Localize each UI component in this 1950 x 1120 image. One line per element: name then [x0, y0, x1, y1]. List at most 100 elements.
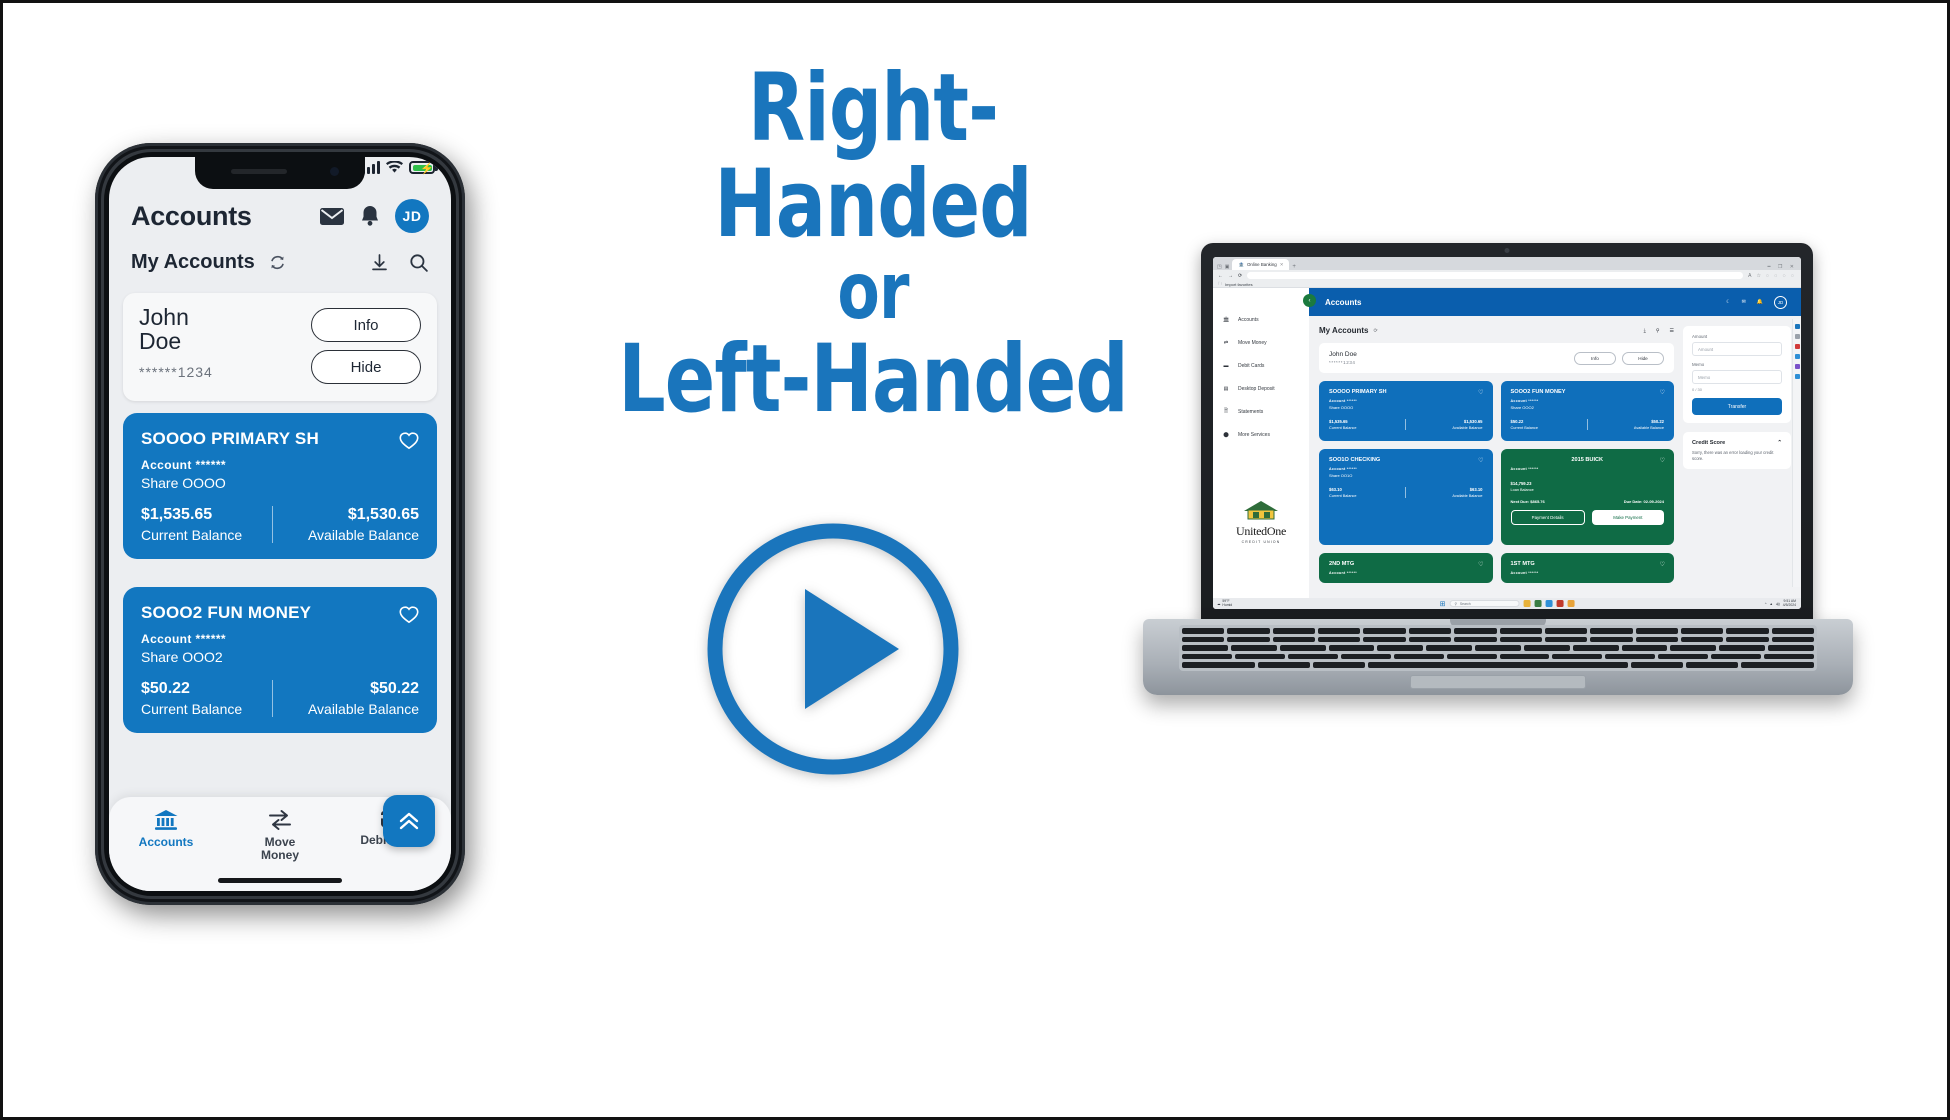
search-icon[interactable] [409, 253, 429, 273]
sidebar-item-move-money[interactable]: ⇄ Move Money [1221, 331, 1309, 354]
split-screen-icon[interactable]: ▣ [1225, 264, 1230, 270]
mail-icon[interactable]: ✉ [1742, 299, 1746, 305]
sidebar-item-accounts[interactable]: 🏛 Accounts [1221, 308, 1309, 331]
forward-arrow-icon[interactable]: → [1228, 273, 1233, 279]
memo-label: Memo [1692, 362, 1705, 367]
avatar[interactable]: JD [1774, 295, 1787, 309]
account-number-masked: Account ****** [1329, 571, 1357, 575]
loan-balance-label: Loan Balance [1510, 487, 1534, 492]
taskbar-app-icon[interactable] [1534, 600, 1542, 607]
refresh-icon[interactable]: ⟳ [1374, 328, 1378, 334]
account-card[interactable]: ♡ SOOOO PRIMARY SH Account ****** Share … [1319, 381, 1493, 441]
weather-widget[interactable]: ☁ 59°F Humid [1217, 599, 1232, 607]
taskbar-app-icon[interactable] [1556, 600, 1564, 607]
favorite-heart-icon[interactable]: ♡ [1478, 457, 1483, 464]
available-balance-amount: $1,530.65 [1463, 419, 1483, 424]
taskbar-app-icon[interactable] [1545, 600, 1553, 607]
favorite-heart-icon[interactable]: ♡ [1660, 457, 1665, 464]
account-card[interactable]: ♡ SOO1O CHECKING Account ****** Share OO… [1319, 449, 1493, 545]
download-icon[interactable] [370, 253, 389, 272]
avatar[interactable]: JD [395, 199, 429, 233]
next-due-amount: Next Due: $865.76 [1510, 498, 1545, 504]
phone-mockup: ⚡ Accounts JD My Accounts John Doe *****… [95, 143, 465, 905]
favorite-heart-icon[interactable] [399, 605, 419, 624]
download-icon[interactable]: ⤓ [1644, 328, 1646, 334]
bell-icon[interactable]: 🔔 [1757, 299, 1763, 305]
back-arrow-icon[interactable]: ← [1218, 273, 1223, 279]
mail-icon[interactable] [319, 206, 345, 226]
account-number-masked: Account ****** [1510, 571, 1539, 575]
tab-move-money[interactable]: Move Money [223, 809, 337, 863]
app-main: ‹ Accounts ☾ ✉ 🔔 JD My Accounts ⟳ ⤓ ⚲ ☰ … [1303, 288, 1801, 598]
hide-button[interactable]: Hide [311, 350, 421, 384]
user-last-name: Doe [139, 328, 182, 355]
favorite-heart-icon[interactable]: ♡ [1660, 389, 1665, 396]
sidebar-item-statements[interactable]: 🗎 Statements [1221, 400, 1309, 423]
tray-volume-icon[interactable]: ◂)) [1776, 602, 1780, 606]
make-payment-button[interactable]: Make Payment [1591, 509, 1664, 525]
available-balance-col: $63.10 Available Balance [1412, 487, 1482, 498]
window-controls[interactable]: ━ ❐ ✕ [1768, 264, 1797, 270]
import-favorites-link[interactable]: Import favorites [1225, 282, 1253, 287]
read-aloud-icon[interactable]: A [1748, 273, 1751, 279]
windows-start-icon[interactable]: ⊞ [1440, 600, 1446, 608]
sidebar-item-debit-cards[interactable]: ▬ Debit Cards [1221, 354, 1309, 377]
favorite-heart-icon[interactable]: ♡ [1478, 561, 1483, 568]
reload-icon[interactable]: ⟳ [1238, 273, 1242, 279]
loan-account-card[interactable]: ♡ 2015 BUICK Account ****** $14,759.23 L… [1500, 449, 1674, 545]
favorite-heart-icon[interactable] [399, 431, 419, 450]
browser-tab[interactable]: 🏦 Online Banking ✕ [1232, 259, 1290, 270]
account-card[interactable]: ♡ SOOO2 FUN MONEY Account ****** Share O… [1500, 381, 1674, 441]
favorite-star-icon[interactable]: ☆ [1756, 273, 1760, 279]
taskbar-app-icon[interactable] [1567, 600, 1575, 607]
rail-icon[interactable] [1794, 374, 1800, 379]
sidebar-item-desktop-deposit[interactable]: ▤ Desktop Deposit [1221, 377, 1309, 400]
chevron-up-icon[interactable]: ⌃ [1777, 440, 1782, 446]
tab-overview-icon[interactable]: ◳ [1217, 264, 1222, 270]
rail-icon[interactable] [1794, 334, 1800, 339]
accounts-column: My Accounts ⟳ ⤓ ⚲ ☰ John Doe ******1234 … [1319, 326, 1674, 583]
info-button[interactable]: Info [311, 308, 421, 342]
scroll-to-top-button[interactable] [383, 795, 435, 847]
account-card[interactable]: SOOO2 FUN MONEY Account ****** Share OOO… [123, 587, 437, 733]
memo-input[interactable]: Memo [1692, 370, 1782, 384]
account-card[interactable]: ♡ 2ND MTG Account ****** [1319, 553, 1493, 583]
sidebar-item-more-services[interactable]: ⬤ More Services [1221, 423, 1309, 446]
tray-network-icon[interactable]: ▲ [1769, 602, 1772, 606]
bell-icon[interactable] [359, 204, 381, 228]
payment-details-button[interactable]: Payment Details [1510, 509, 1585, 525]
document-icon: 🗎 [1223, 407, 1229, 414]
new-tab-button[interactable]: + [1292, 264, 1296, 270]
account-share: Share OOOO [1329, 405, 1354, 410]
phone-header: Accounts JD [109, 199, 451, 233]
close-icon[interactable]: ✕ [1280, 262, 1284, 268]
amount-input[interactable]: Amount [1692, 342, 1782, 356]
browser-sidebar-rail[interactable] [1792, 319, 1801, 587]
rail-icon[interactable] [1794, 364, 1800, 369]
refresh-icon[interactable] [269, 254, 286, 271]
favorite-heart-icon[interactable]: ♡ [1478, 389, 1483, 396]
hide-button[interactable]: Hide [1622, 351, 1664, 365]
app-content: My Accounts ⟳ ⤓ ⚲ ☰ John Doe ******1234 … [1309, 316, 1801, 593]
search-icon[interactable]: ⚲ [1656, 328, 1660, 334]
account-card[interactable]: SOOOO PRIMARY SH Account ****** Share OO… [123, 413, 437, 559]
list-view-icon[interactable]: ☰ [1670, 328, 1674, 334]
rail-icon[interactable] [1794, 344, 1800, 349]
rail-icon[interactable] [1794, 324, 1800, 329]
play-button[interactable] [697, 513, 969, 785]
account-balances: $50.22 Current Balance $50.22 Available … [1511, 419, 1664, 430]
favorite-heart-icon[interactable]: ♡ [1660, 561, 1665, 568]
taskbar-search[interactable]: ⚲ Search [1449, 599, 1520, 608]
info-button[interactable]: Info [1574, 351, 1616, 365]
taskbar-app-icon[interactable] [1523, 600, 1531, 607]
moon-icon[interactable]: ☾ [1726, 299, 1730, 305]
phone-status-bar: ⚡ [362, 161, 438, 175]
account-card[interactable]: ♡ 1ST MTG Account ****** [1500, 553, 1674, 583]
transfer-button[interactable]: Transfer [1692, 398, 1782, 415]
browser-toolbar-icons[interactable]: ◌ ◌ ◌ ◌ [1766, 273, 1796, 279]
tab-accounts[interactable]: Accounts [109, 809, 223, 849]
sidebar-collapse-button[interactable]: ‹ [1303, 294, 1316, 307]
url-input[interactable] [1247, 271, 1744, 280]
tray-chevron-icon[interactable]: ^ [1765, 602, 1767, 606]
rail-icon[interactable] [1794, 354, 1800, 359]
